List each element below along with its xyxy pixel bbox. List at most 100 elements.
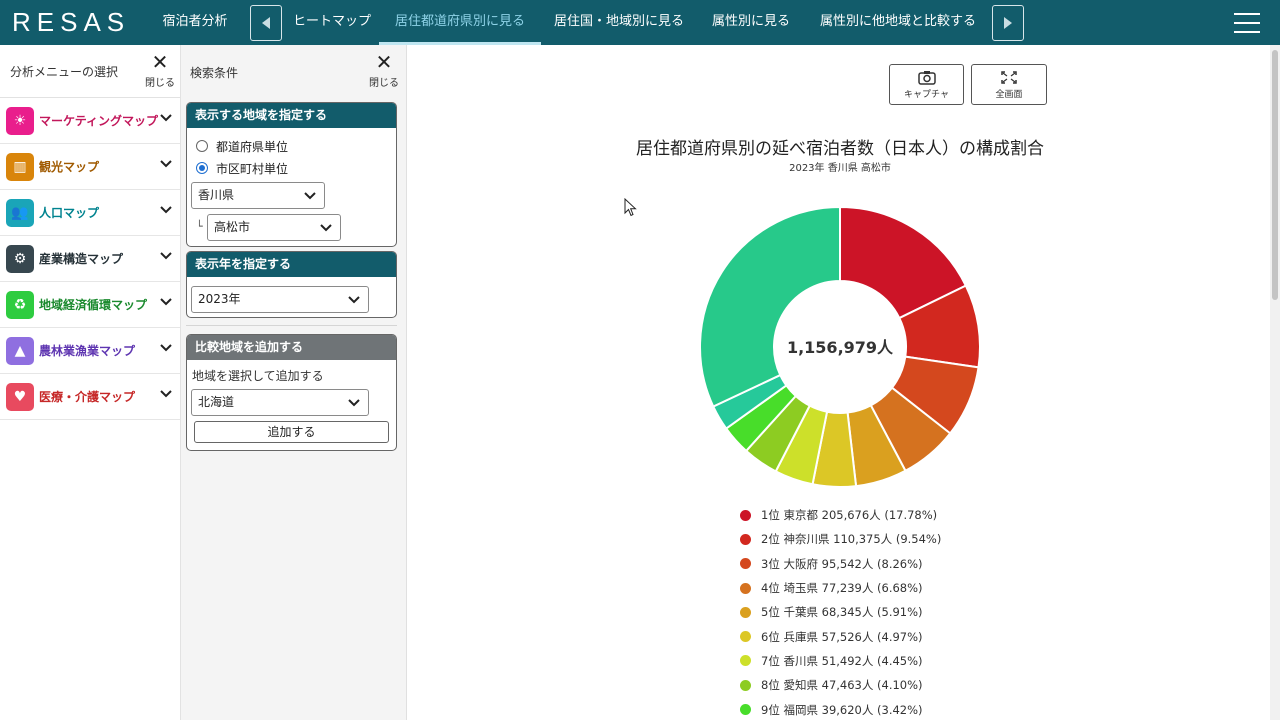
legend-item[interactable]: 5位 千葉県 68,345人 (5.91%) (740, 600, 941, 624)
menu-item[interactable]: ♻ 地域経済循環マップ (0, 282, 180, 328)
menu-item-label: 地域経済循環マップ (39, 298, 148, 312)
tab-by-attribute[interactable]: 属性別に見る (700, 0, 802, 45)
legend-item[interactable]: 1位 東京都 205,676人 (17.78%) (740, 503, 941, 527)
legend-color-dot (740, 509, 751, 521)
chevron-down-icon (348, 399, 360, 407)
tab-heatmap[interactable]: ヒートマップ (290, 0, 374, 45)
top-navigation-bar: RESAS 宿泊者分析 ヒートマップ 居住都道府県別に見る 居住国・地域別に見る… (0, 0, 1280, 45)
chevron-down-icon[interactable] (160, 250, 172, 262)
chart-title: 居住都道府県別の延べ宿泊者数（日本人）の構成割合 (636, 139, 1044, 159)
donut-slice[interactable] (699, 205, 841, 408)
legend-item[interactable]: 8位 愛知県 47,463人 (4.10%) (740, 673, 941, 697)
chevron-down-icon[interactable] (160, 204, 172, 216)
legend-item[interactable]: 4位 埼玉県 77,239人 (6.68%) (740, 576, 941, 600)
donut-center-total: 1,156,979人 (787, 338, 894, 357)
hamburger-line (1234, 22, 1260, 24)
prefecture-select-value: 香川県 (198, 188, 235, 202)
main-scrollbar[interactable] (1270, 45, 1280, 720)
chevron-down-icon[interactable] (160, 342, 172, 354)
legend-color-dot (740, 631, 751, 643)
legend-item[interactable]: 3位 大阪府 95,542人 (8.26%) (740, 552, 941, 576)
prefecture-select[interactable]: 香川県 (191, 182, 325, 209)
menu-item[interactable]: ▥ 観光マップ (0, 144, 180, 190)
search-panel-header: 検索条件 ✕ 閉じる (181, 45, 406, 100)
legend-item[interactable]: 7位 香川県 51,492人 (4.45%) (740, 649, 941, 673)
legend-label: 2位 神奈川県 110,375人 (9.54%) (761, 532, 942, 547)
year-box-heading: 表示年を指定する (187, 252, 396, 277)
compare-hint: 地域を選択して追加する (192, 369, 324, 383)
radio-button-selected[interactable] (196, 162, 208, 174)
add-region-button[interactable]: 追加する (194, 421, 389, 443)
search-panel-title: 検索条件 (190, 66, 239, 80)
radio-city-unit[interactable]: 市区町村単位 (196, 157, 396, 179)
year-select[interactable]: 2023年 (191, 286, 369, 313)
legend-item[interactable]: 6位 兵庫県 57,526人 (4.97%) (740, 624, 941, 648)
menu-list: ☀ マーケティングマップ ▥ 観光マップ 👥 人口マップ ⚙ 産業構造マップ ♻ 地域経済循環マッ… (0, 98, 180, 420)
menu-panel-header: 分析メニューの選択 ✕ 閉じる (0, 45, 180, 98)
radio-button[interactable] (196, 140, 208, 152)
tabs-scroll-left-button[interactable] (250, 5, 282, 41)
region-box-heading: 表示する地域を指定する (187, 103, 396, 128)
menu-item[interactable]: ♥ 医療・介護マップ (0, 374, 180, 420)
chevron-down-icon[interactable] (160, 158, 172, 170)
resas-logo[interactable]: RESAS (12, 7, 130, 38)
chart-legend: 1位 東京都 205,676人 (17.78%) 2位 神奈川県 110,375人… (740, 503, 941, 722)
legend-color-dot (740, 606, 751, 618)
people-icon: 👥 (6, 198, 34, 227)
menu-item[interactable]: ☀ マーケティングマップ (0, 98, 180, 144)
menu-item-label: 観光マップ (39, 160, 100, 174)
hamburger-line (1234, 13, 1260, 15)
scrollbar-thumb[interactable] (1272, 50, 1278, 300)
menu-item[interactable]: ▲ 農林業漁業マップ (0, 328, 180, 374)
section-label[interactable]: 宿泊者分析 (152, 0, 238, 45)
triangle-left-icon (262, 17, 270, 29)
tab-by-country[interactable]: 居住国・地域別に見る (545, 0, 693, 45)
legend-color-dot (740, 533, 751, 545)
capture-button[interactable]: キャプチャ (889, 64, 964, 105)
legend-color-dot (740, 704, 751, 716)
menu-item[interactable]: ⚙ 産業構造マップ (0, 236, 180, 282)
recycle-icon: ♻ (6, 290, 34, 319)
legend-color-dot (740, 558, 751, 570)
menu-item[interactable]: 👥 人口マップ (0, 190, 180, 236)
tabs-scroll-right-button[interactable] (992, 5, 1024, 41)
chevron-down-icon[interactable] (160, 296, 172, 308)
year-select-value: 2023年 (198, 292, 241, 306)
menu-panel-title: 分析メニューの選択 (10, 65, 119, 79)
city-indent-mark: └ (196, 220, 203, 233)
region-box: 表示する地域を指定する 都道府県単位 市区町村単位 香川県 └ 高松市 (186, 102, 397, 247)
radio-prefecture-unit[interactable]: 都道府県単位 (196, 135, 396, 157)
fullscreen-button[interactable]: 全画面 (971, 64, 1047, 105)
hamburger-menu-button[interactable] (1234, 13, 1260, 33)
legend-label: 9位 福岡県 39,620人 (3.42%) (761, 702, 923, 717)
legend-label: 6位 兵庫県 57,526人 (4.97%) (761, 629, 923, 644)
search-close-button[interactable]: ✕ 閉じる (367, 50, 401, 89)
map-icon: ▥ (6, 152, 34, 181)
city-select-value: 高松市 (214, 220, 251, 234)
legend-label: 3位 大阪府 95,542人 (8.26%) (761, 556, 923, 571)
legend-color-dot (740, 679, 751, 691)
menu-item-label: 産業構造マップ (39, 252, 124, 266)
city-select[interactable]: 高松市 (207, 214, 341, 241)
menu-close-button[interactable]: ✕ 閉じる (143, 52, 177, 89)
close-icon: ✕ (375, 50, 393, 74)
chevron-down-icon[interactable] (160, 112, 172, 124)
legend-item[interactable]: 9位 福岡県 39,620人 (3.42%) (740, 697, 941, 721)
donut-chart: 1,156,979人 (699, 205, 981, 488)
compare-box-heading: 比較地域を追加する (187, 335, 396, 360)
fullscreen-icon (1001, 71, 1017, 84)
tab-compare-attribute[interactable]: 属性別に他地域と比較する (812, 0, 984, 45)
radio-label: 都道府県単位 (216, 139, 289, 154)
camera-icon (917, 71, 936, 85)
tab-by-prefecture[interactable]: 居住都道府県別に見る (379, 0, 541, 45)
legend-label: 1位 東京都 205,676人 (17.78%) (761, 508, 938, 523)
gears-icon: ⚙ (6, 244, 34, 273)
chevron-down-icon (348, 296, 360, 304)
heart-icon: ♥ (6, 382, 34, 411)
compare-region-select[interactable]: 北海道 (191, 389, 369, 416)
menu-item-label: 人口マップ (39, 206, 100, 220)
hamburger-line (1234, 31, 1260, 33)
compare-box: 比較地域を追加する 地域を選択して追加する 北海道 追加する (186, 334, 397, 451)
legend-item[interactable]: 2位 神奈川県 110,375人 (9.54%) (740, 527, 941, 551)
chevron-down-icon[interactable] (160, 388, 172, 400)
